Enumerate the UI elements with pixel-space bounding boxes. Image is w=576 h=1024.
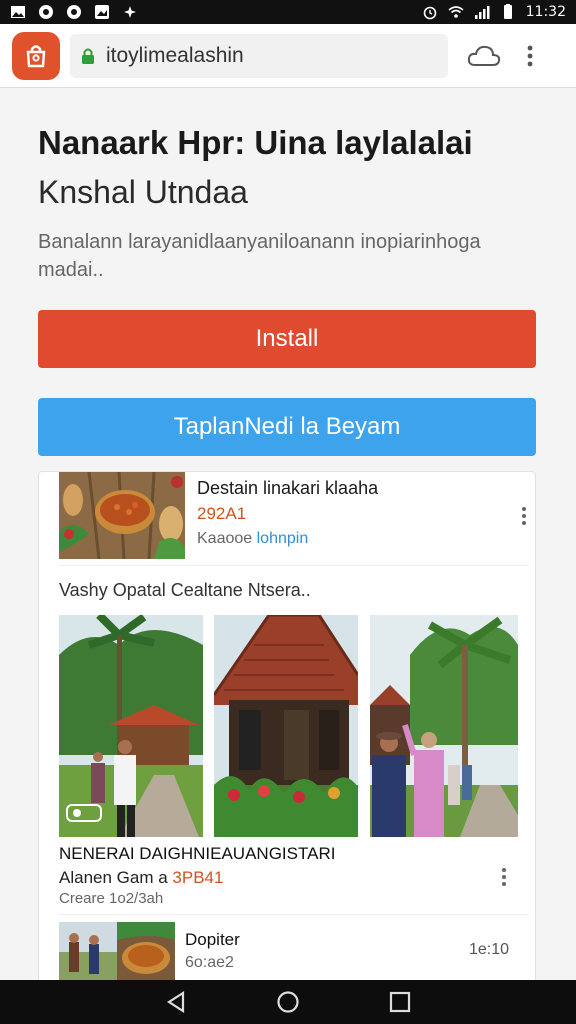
list-item[interactable]: Destain linakari klaaha 292A1 Kaaooe loh… [59,472,529,566]
page-description: Banalann larayanidlaanyaniloanann inopia… [38,231,481,281]
page-title: Nanaark Hpr: Uina laylalalai [38,124,473,161]
record-icon [67,5,81,19]
listing-meta: Creare 1o2/3ah [59,890,164,907]
cloud-icon [467,45,501,66]
system-nav-bar [0,980,576,1024]
address-bar[interactable]: itoylimealashin [70,33,448,78]
sparkle-icon [124,6,136,18]
listing-price: 292A1 [197,504,247,523]
listing-subtitle: 6o:ae2 [185,954,234,971]
status-bar: 11:32 [0,0,576,24]
secondary-action-button[interactable]: TaplanNedi la Beyam [38,398,536,456]
page-subtitle: Knshal Utndaa [38,174,248,210]
listings-card: Destain linakari klaaha 292A1 Kaaooe loh… [38,471,536,980]
listing-link-text: lohnpin [256,530,309,547]
page-content: Nanaark Hpr: Uina laylalalai Knshal Utnd… [0,88,576,980]
back-icon[interactable] [162,988,190,1016]
signal-icon [474,6,490,19]
status-icons-right: 11:32 [422,4,566,20]
cloud-button[interactable] [466,38,502,74]
home-icon[interactable] [274,988,302,1016]
gallery-icon [11,6,25,18]
install-button[interactable]: Install [38,310,536,368]
image-icon [95,5,109,19]
village-dancers-photo[interactable] [59,615,203,837]
listing-subtitle-prefix: Alanen Gam a [59,868,173,887]
status-icons-left [10,4,138,20]
listing-thumbnail[interactable] [59,922,175,980]
more-vertical-icon[interactable] [517,504,531,528]
listing-price: 3PB41 [172,868,224,887]
listing-link-prefix: Kaaooe [197,530,257,547]
listing-meta: 1e:10 [469,941,510,958]
alarm-icon [423,6,436,20]
battery-icon [503,4,512,19]
store-bag-icon[interactable] [12,31,60,80]
listing-title: Destain linakari klaaha [197,478,379,498]
listing-title: Dopiter [185,930,240,949]
browser-toolbar: itoylimealashin [0,24,576,88]
food-thumbnail [59,472,185,559]
wifi-icon [448,6,464,18]
status-time: 11:32 [525,4,566,20]
url-text: itoylimealashin [106,43,244,67]
lock-icon [82,48,94,64]
more-vertical-icon[interactable] [497,865,511,889]
recents-icon[interactable] [386,988,414,1016]
more-vertical-icon[interactable] [520,38,540,74]
listing-title: NENERAI DAIGHNIEAUANGISTARI [59,844,336,863]
record-icon [39,5,53,19]
traditional-house-photo[interactable] [214,615,358,837]
listing-subtitle: Alanen Gam a 3PB41 [59,868,223,888]
gallery-label: Vashy Opatal Cealtane Ntsera.. [59,580,311,600]
listing-link[interactable]: Kaaooe lohnpin [197,530,308,548]
divider [59,914,529,915]
palm-tree-visitors-photo[interactable] [370,615,518,837]
